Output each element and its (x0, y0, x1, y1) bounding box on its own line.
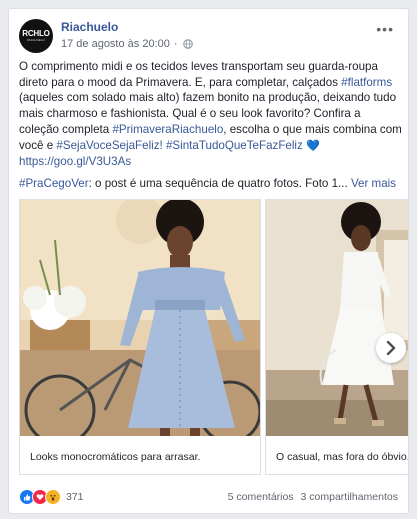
slide-photo[interactable] (20, 200, 260, 436)
post-paragraph: #PraCegoVer: o post é uma sequência de q… (19, 176, 402, 192)
post-card: RCHLO RIACHUELO Riachuelo 17 de agosto à… (8, 8, 409, 514)
post-meta: 17 de agosto às 20:00 · (61, 38, 193, 50)
post-text: O comprimento midi e os tecidos leves tr… (19, 59, 402, 192)
post-header: RCHLO RIACHUELO Riachuelo 17 de agosto à… (19, 19, 398, 59)
comments-count-link[interactable]: 5 comentários (228, 491, 294, 503)
hashtag-link[interactable]: #SejaVoceSejaFeliz! (56, 139, 162, 152)
meta-separator: · (173, 38, 178, 50)
avatar-logo-subtext: RIACHUELO (27, 38, 45, 42)
shares-count-link[interactable]: 3 compartilhamentos (301, 491, 398, 503)
post-footer: 371 5 comentários 3 compartilhamentos (19, 487, 398, 507)
slide-caption[interactable]: Looks monocromáticos para arrasar. (30, 451, 200, 463)
carousel-slide[interactable]: Looks monocromáticos para arrasar. (19, 199, 261, 475)
engagement-stats: 5 comentários 3 compartilhamentos (224, 491, 398, 503)
post-date[interactable]: 17 de agosto às 20:00 (61, 38, 170, 50)
reaction-summary[interactable]: 371 (19, 489, 84, 505)
blue-heart-icon: 💙 (306, 139, 320, 152)
hashtag-link[interactable]: #PraCegoVer (19, 177, 89, 190)
chevron-right-icon (386, 341, 396, 355)
more-options-icon[interactable]: ••• (376, 21, 394, 37)
post-link-paragraph: https://goo.gl/V3U3As (19, 154, 402, 170)
page-name-link[interactable]: Riachuelo (61, 20, 118, 34)
slide-caption[interactable]: O casual, mas fora do óbvio. (276, 451, 408, 463)
see-more-link[interactable]: Ver mais (351, 177, 396, 190)
text-segment: O comprimento midi e os tecidos leves tr… (19, 60, 378, 89)
wow-reaction-icon (45, 489, 61, 505)
hashtag-link[interactable]: #PrimaveraRiachuelo (112, 123, 223, 136)
hashtag-link[interactable]: #SintaTudoQueTeFazFeliz (166, 139, 303, 152)
globe-icon[interactable] (182, 39, 193, 49)
post-paragraph: O comprimento midi e os tecidos leves tr… (19, 59, 402, 154)
slide-photo-image (20, 200, 260, 436)
external-link[interactable]: https://goo.gl/V3U3As (19, 155, 131, 168)
slide-photo[interactable] (266, 200, 408, 436)
reaction-count[interactable]: 371 (66, 491, 84, 503)
photo-carousel: Looks monocromáticos para arrasar. O cas… (19, 199, 408, 477)
hashtag-link[interactable]: #flatforms (341, 76, 392, 89)
avatar-logo-text: RCHLO (22, 29, 50, 38)
slide-photo-image (266, 200, 408, 436)
text-segment: : o post é uma sequência de quatro fotos… (88, 176, 348, 190)
avatar[interactable]: RCHLO RIACHUELO (19, 19, 53, 53)
carousel-next-button[interactable] (376, 333, 406, 363)
